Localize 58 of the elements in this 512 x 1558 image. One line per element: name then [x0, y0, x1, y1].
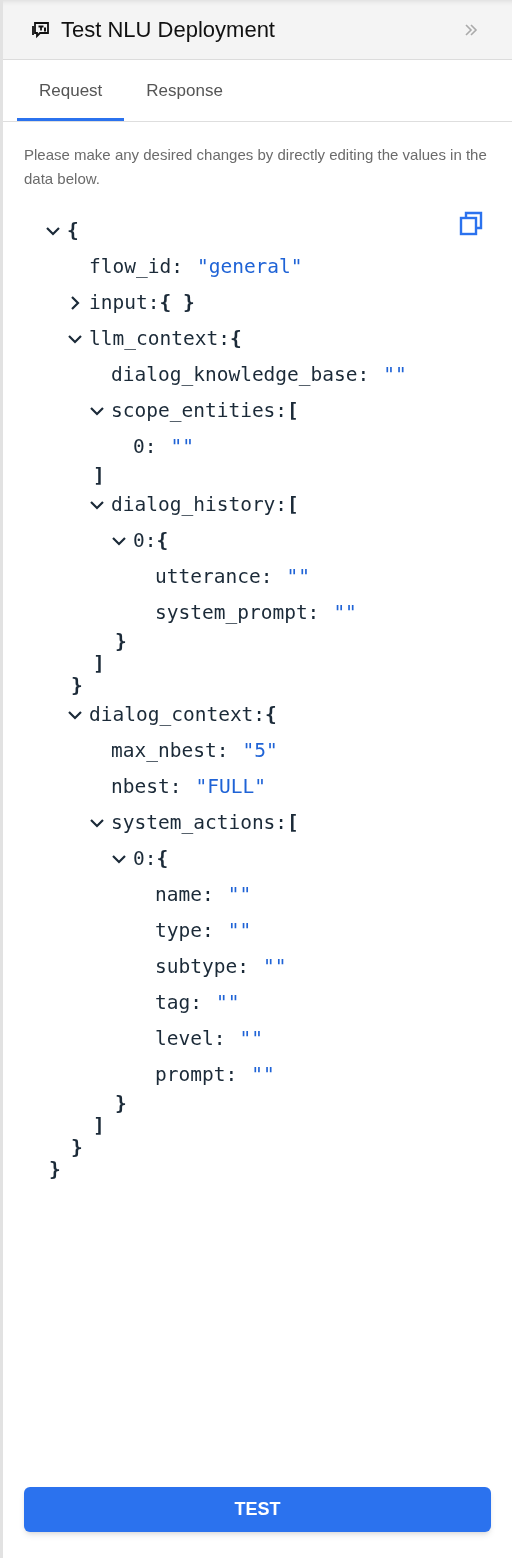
json-key: subtype:: [155, 957, 249, 977]
bracket: ]: [93, 466, 105, 486]
json-value: "general": [195, 257, 303, 277]
json-key: system_prompt:: [155, 603, 320, 623]
bracket: ]: [93, 1116, 105, 1136]
json-key: name:: [155, 885, 214, 905]
json-value: "": [226, 885, 252, 905]
json-key: 0:: [133, 531, 157, 551]
test-button[interactable]: TEST: [24, 1487, 491, 1532]
bracket: [: [287, 813, 299, 833]
json-key: tag:: [155, 993, 202, 1013]
json-value: "": [285, 567, 310, 587]
bracket: }: [115, 1094, 127, 1114]
json-key: 0:: [133, 849, 157, 869]
bracket: {: [156, 531, 169, 551]
bracket: {: [265, 705, 277, 725]
instruction-text: Please make any desired changes by directly editing the values in the data below.: [23, 145, 488, 189]
bracket: }: [49, 1160, 61, 1180]
bracket: }: [71, 1138, 83, 1158]
json-key: dialog_history:: [111, 495, 288, 515]
json-value: "": [261, 957, 287, 977]
json-key: nbest:: [111, 777, 182, 797]
json-key: max_nbest:: [111, 741, 229, 761]
json-key: level:: [155, 1029, 226, 1049]
json-value: "": [226, 921, 252, 941]
bracket: }: [71, 676, 83, 696]
json-value: "": [169, 437, 194, 457]
json-value: "": [214, 993, 240, 1013]
copy-icon[interactable]: [459, 211, 485, 237]
json-key: scope_entities:: [111, 401, 288, 421]
json-key: utterance:: [155, 567, 273, 587]
json-key: prompt:: [155, 1065, 238, 1085]
tab[interactable]: Request: [17, 60, 125, 121]
panel-title: Test NLU Deployment: [61, 16, 275, 44]
bracket: { }: [159, 293, 195, 313]
tab[interactable]: Response: [124, 60, 245, 121]
json-key: llm_context:: [89, 329, 230, 349]
bracket: [: [287, 495, 299, 515]
bracket: }: [115, 632, 127, 652]
json-key: flow_id:: [89, 257, 183, 277]
json-key: dialog_knowledge_base:: [111, 365, 370, 385]
json-value: "": [332, 603, 357, 623]
json-key: type:: [155, 921, 214, 941]
json-value: "5": [241, 741, 278, 761]
bracket: {: [67, 221, 79, 241]
bracket: [: [287, 401, 299, 421]
bracket: ]: [93, 654, 105, 674]
json-key: system_actions:: [111, 813, 288, 833]
json-key: dialog_context:: [89, 705, 266, 725]
json-key: input:: [89, 293, 160, 313]
json-key: 0:: [133, 437, 157, 457]
chat-bubble-icon: [31, 19, 51, 40]
json-value: "": [238, 1029, 263, 1049]
bracket: {: [156, 849, 169, 869]
json-value: "FULL": [194, 777, 266, 797]
json-value: "": [250, 1065, 275, 1085]
bracket: {: [229, 329, 242, 349]
json-value: "": [382, 365, 407, 385]
